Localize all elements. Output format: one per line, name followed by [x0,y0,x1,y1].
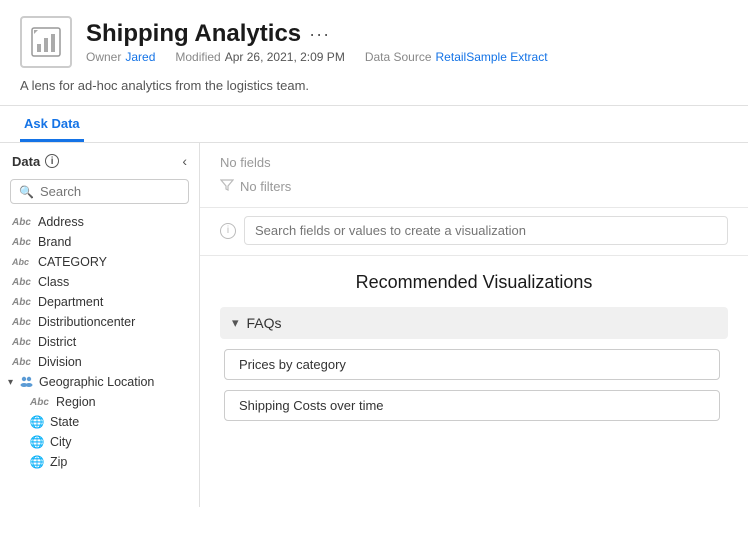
owner-label: Owner [86,50,121,64]
faqs-row[interactable]: ▾ FAQs [220,307,728,339]
faqs-chevron-icon: ▾ [232,315,239,331]
info-circle-icon: i [220,223,236,239]
datasource-link[interactable]: RetailSample Extract [436,50,548,64]
owner-link[interactable]: Jared [125,50,155,64]
field-name-department: Department [38,295,103,309]
modified-value: Apr 26, 2021, 2:09 PM [225,50,345,64]
recommended-visualizations-section: Recommended Visualizations ▾ FAQs Prices… [200,256,748,507]
more-options-button[interactable]: ··· [309,24,330,45]
main-content: Data i ‹ 🔍 Abc Address Abc Brand Abc CAT… [0,143,748,507]
list-item[interactable]: Abc CATEGORY [0,252,199,272]
filter-bar: No fields No filters [200,143,748,208]
field-type-abc: Abc [12,337,32,348]
header-title-area: Shipping Analytics ··· Owner Jared Modif… [86,20,728,64]
faqs-label: FAQs [247,315,282,331]
list-item[interactable]: Abc Distributioncenter [0,312,199,332]
modified-label: Modified [175,50,220,64]
list-item[interactable]: Abc District [0,332,199,352]
right-panel: No fields No filters i Recommended Visua… [200,143,748,507]
list-item[interactable]: Abc Region [18,392,199,412]
list-item[interactable]: 🌐 State [18,412,199,432]
sidebar-item-geographic-location[interactable]: ▾ Geographic Location [0,372,199,392]
field-name-zip: Zip [50,455,67,469]
tabs-bar: Ask Data [0,106,748,143]
field-name-category: CATEGORY [38,255,107,269]
list-item[interactable]: Abc Division [0,352,199,372]
sidebar-item-geo-label: Geographic Location [39,375,154,389]
tab-ask-data[interactable]: Ask Data [20,106,84,142]
search-icon: 🔍 [19,185,34,199]
field-type-abc: Abc [12,357,32,368]
field-name-brand: Brand [38,235,71,249]
field-name-district: District [38,335,76,349]
field-name-city: City [50,435,72,449]
collapse-sidebar-button[interactable]: ‹ [182,153,187,169]
search-viz-row: i [200,208,748,256]
field-type-abc: Abc [12,277,32,288]
search-viz-input[interactable] [244,216,728,245]
viz-chip-shipping-costs[interactable]: Shipping Costs over time [224,390,720,421]
list-item[interactable]: 🌐 Zip [18,452,199,472]
field-name-address: Address [38,215,84,229]
list-item[interactable]: 🌐 City [18,432,199,452]
no-filters-label: No filters [240,179,291,194]
sidebar: Data i ‹ 🔍 Abc Address Abc Brand Abc CAT… [0,143,200,507]
list-item[interactable]: Abc Address [0,212,199,232]
sidebar-header: Data i ‹ [0,143,199,175]
list-item[interactable]: Abc Department [0,292,199,312]
list-item[interactable]: Abc Brand [0,232,199,252]
globe-icon: 🌐 [30,455,44,469]
field-type-abc: Abc [12,297,32,308]
info-icon[interactable]: i [45,154,59,168]
list-item[interactable]: Abc Class [0,272,199,292]
sidebar-title-label: Data [12,154,40,169]
workbook-icon [20,16,72,68]
field-type-abc: Abc [12,217,32,228]
filter-icon [220,178,234,195]
field-type-abc: Abc [12,317,32,328]
field-type-abc: Abc [12,257,32,267]
chevron-down-icon: ▾ [8,377,13,388]
viz-chips-row: Prices by category Shipping Costs over t… [220,349,728,429]
recommended-title: Recommended Visualizations [220,272,728,293]
field-type-abc: Abc [30,397,50,408]
people-icon [19,375,33,389]
viz-chip-prices-by-category[interactable]: Prices by category [224,349,720,380]
page-header: Shipping Analytics ··· Owner Jared Modif… [0,0,748,106]
field-name-state: State [50,415,79,429]
field-name-region: Region [56,395,96,409]
globe-icon: 🌐 [30,415,44,429]
field-name-class: Class [38,275,69,289]
geo-children: Abc Region 🌐 State 🌐 City 🌐 Zip [0,392,199,472]
field-name-division: Division [38,355,82,369]
search-input[interactable] [40,184,180,199]
datasource-label: Data Source [365,50,432,64]
search-box[interactable]: 🔍 [10,179,189,204]
field-name-distributioncenter: Distributioncenter [38,315,135,329]
page-title: Shipping Analytics [86,20,301,48]
globe-icon: 🌐 [30,435,44,449]
workbook-description: A lens for ad-hoc analytics from the log… [20,78,728,93]
field-list: Abc Address Abc Brand Abc CATEGORY Abc C… [0,212,199,507]
field-type-abc: Abc [12,237,32,248]
no-fields-label: No fields [220,155,271,170]
